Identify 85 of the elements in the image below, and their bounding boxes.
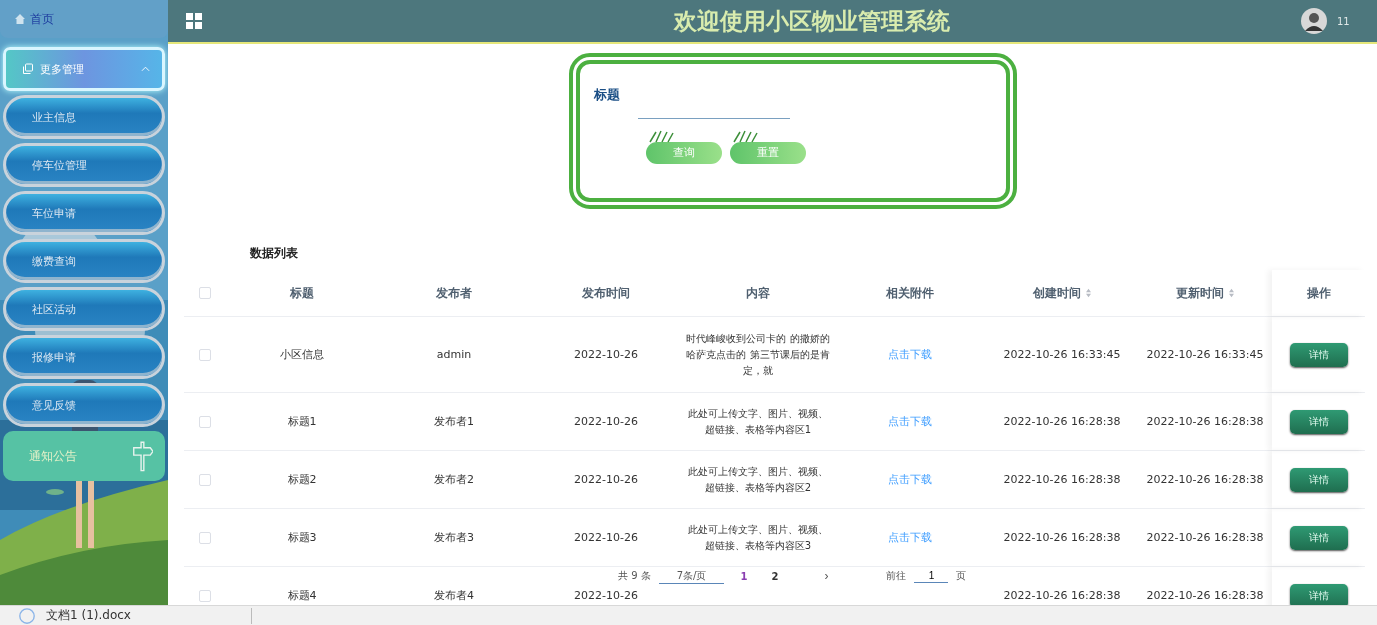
list-title: 数据列表 <box>250 245 299 262</box>
table-cell-text: 此处可上传文字、图片、视频、超链接、表格等内容区2 <box>687 464 829 495</box>
table-cell: 2022-10-26 16:33:45 <box>1146 348 1264 361</box>
app-title: 欢迎使用小区物业管理系统 <box>672 6 951 36</box>
menu-item[interactable]: 车位申请 <box>3 191 165 235</box>
table-cell: 2022-10-26 16:28:38 <box>1146 473 1264 486</box>
row-checkbox[interactable] <box>199 531 211 544</box>
row-checkbox[interactable] <box>199 348 211 361</box>
menu-group-header[interactable]: 更多管理 <box>3 47 165 91</box>
title-label: 标题 <box>593 86 620 104</box>
signpost-icon <box>131 440 153 472</box>
home-icon <box>14 13 26 25</box>
table-cell: 2022-10-26 16:28:38 <box>1003 415 1121 428</box>
table-cell: 2022-10-26 <box>574 348 638 361</box>
row-checkbox[interactable] <box>199 415 211 428</box>
table-cell: 发布者4 <box>434 588 474 603</box>
sort-icon[interactable] <box>1084 288 1092 298</box>
table-cell: 2022-10-26 16:28:38 <box>1003 589 1121 602</box>
detail-button[interactable]: 详情 <box>1289 342 1348 367</box>
home-label: 首页 <box>30 10 54 28</box>
username[interactable]: 11 <box>1337 15 1359 27</box>
table-cell: 标题1 <box>287 414 317 429</box>
menu-group-label: 更多管理 <box>40 61 85 77</box>
table-cell: 2022-10-26 <box>574 473 638 486</box>
sort-icon[interactable] <box>1227 288 1235 298</box>
table-cell: 2022-10-26 <box>574 415 638 428</box>
row-checkbox[interactable] <box>199 473 211 486</box>
download-link[interactable]: 点击下载 <box>888 530 932 545</box>
download-link[interactable]: 点击下载 <box>888 347 932 362</box>
download-file-name[interactable]: 文档1 (1).docx <box>46 607 131 624</box>
column-header[interactable]: 更新时间 <box>1175 284 1224 302</box>
goto-label: 前往 <box>886 569 907 583</box>
grid-menu-icon[interactable] <box>186 13 202 29</box>
detail-button[interactable]: 详情 <box>1289 525 1348 550</box>
table-cell: 小区信息 <box>280 347 324 362</box>
menu-item[interactable]: 意见反馈 <box>3 383 165 427</box>
table-cell: 2022-10-26 16:28:38 <box>1146 589 1264 602</box>
table-cell: 2022-10-26 16:28:38 <box>1146 531 1264 544</box>
column-header[interactable]: 创建时间 <box>1032 284 1081 302</box>
table-cell: 标题4 <box>287 588 317 603</box>
detail-button[interactable]: 详情 <box>1289 583 1348 605</box>
table-cell-text: 时代峰峻收到公司卡的 的撒娇的哈萨克点击的 第三节课后的是肯定，就 <box>685 331 831 378</box>
page-number[interactable]: 1 <box>732 570 756 582</box>
menu-item[interactable]: 停车位管理 <box>3 143 165 187</box>
table-cell: admin <box>436 348 472 361</box>
table-cell: 2022-10-26 <box>574 589 638 602</box>
menu-item[interactable]: 缴费查询 <box>3 239 165 283</box>
table-cell: 发布者2 <box>434 472 474 487</box>
page-unit-label: 页 <box>956 569 967 583</box>
menu-item[interactable]: 报修申请 <box>3 335 165 379</box>
detail-button[interactable]: 详情 <box>1289 409 1348 434</box>
file-progress-icon <box>18 606 36 625</box>
column-header: 内容 <box>746 284 770 302</box>
home-menu-item[interactable]: 首页 <box>0 0 168 38</box>
table-cell: 发布者3 <box>434 530 474 545</box>
table-cell: 2022-10-26 <box>574 531 638 544</box>
column-header: 发布者 <box>436 284 472 302</box>
table-cell: 2022-10-26 16:28:38 <box>1003 531 1121 544</box>
column-header: 标题 <box>290 284 314 302</box>
caret-icon <box>141 66 150 72</box>
next-page-button[interactable]: › <box>794 569 859 583</box>
column-header: 发布时间 <box>582 284 630 302</box>
select-all-checkbox[interactable] <box>199 287 211 299</box>
table-cell: 2022-10-26 16:33:45 <box>1003 348 1121 361</box>
table-cell: 标题2 <box>287 472 317 487</box>
copy-icon <box>22 63 34 75</box>
table-cell: 2022-10-26 16:28:38 <box>1146 415 1264 428</box>
download-link[interactable]: 点击下载 <box>888 414 932 429</box>
avatar-icon[interactable] <box>1301 8 1327 34</box>
table-cell-text: 此处可上传文字、图片、视频、超链接、表格等内容区3 <box>687 522 829 553</box>
detail-button[interactable]: 详情 <box>1289 467 1348 492</box>
table-cell: 发布者1 <box>434 414 474 429</box>
total-count: 共 9 条 <box>618 569 651 583</box>
table-cell: 标题3 <box>287 530 317 545</box>
column-header: 操作 <box>1306 284 1331 302</box>
row-checkbox[interactable] <box>199 589 211 602</box>
download-link[interactable]: 点击下载 <box>888 472 932 487</box>
page-input-field[interactable]: 1 <box>914 569 949 583</box>
menu-item[interactable]: 社区活动 <box>3 287 165 331</box>
column-header: 相关附件 <box>886 284 934 302</box>
table-cell-text: 此处可上传文字、图片、视频、超链接、表格等内容区1 <box>687 406 829 437</box>
page-size-select[interactable]: 7条/页 <box>658 568 725 584</box>
table-cell: 2022-10-26 16:28:38 <box>1003 473 1121 486</box>
page-number[interactable]: 2 <box>763 570 787 582</box>
menu-item[interactable]: 业主信息 <box>3 95 165 139</box>
